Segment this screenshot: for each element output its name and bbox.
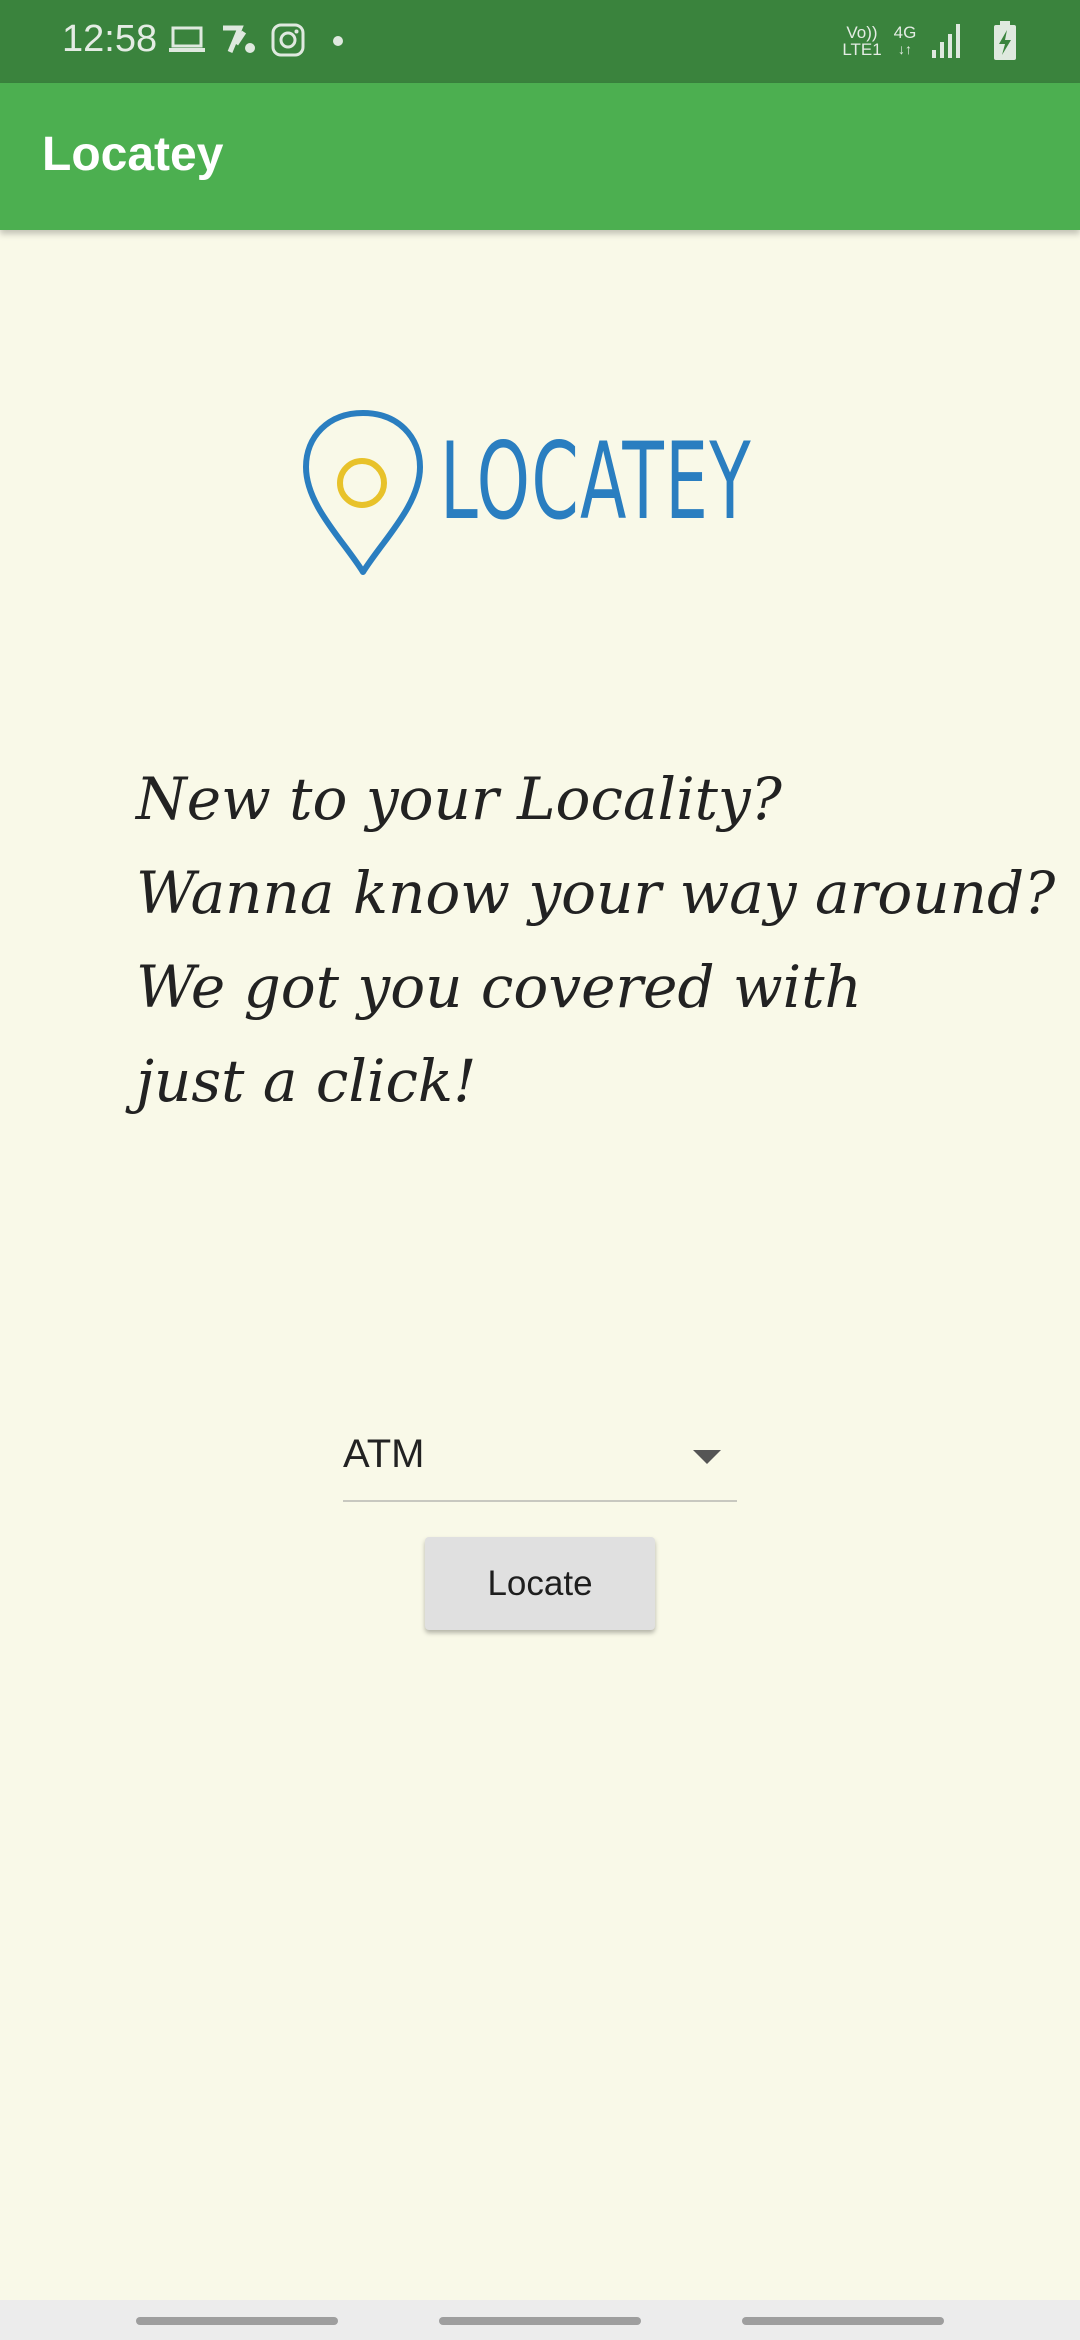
map-pin-icon — [303, 410, 423, 575]
nav-recent-button[interactable] — [136, 2317, 338, 2325]
nav-back-button[interactable] — [742, 2317, 944, 2325]
tagline: New to your Locality? Wanna know your wa… — [136, 752, 1056, 1128]
locatey-logo: LOCATEY — [298, 405, 788, 580]
dropdown-arrow-icon — [693, 1450, 721, 1464]
battery-charging-icon — [994, 21, 1016, 60]
locate-button[interactable]: Locate — [425, 1537, 655, 1630]
dot-icon — [333, 36, 343, 46]
place-type-dropdown[interactable]: ATM — [343, 1418, 737, 1502]
status-bar: 12:58 Vo)) LTE1 4G ↓↑ — [0, 0, 1080, 83]
network-type-indicator: 4G ↓↑ — [893, 23, 917, 57]
tagline-line: Wanna know your way around? — [136, 859, 1056, 927]
status-time: 12:58 — [62, 18, 158, 60]
tagline-line: New to your Locality? — [136, 765, 782, 833]
signal-icon — [932, 24, 960, 58]
dropdown-selected-value: ATM — [343, 1432, 425, 1476]
tagline-line: We got you covered with — [136, 953, 862, 1021]
instagram-icon — [271, 23, 305, 57]
laptop-icon — [169, 26, 205, 52]
status-right: Vo)) LTE1 4G ↓↑ — [840, 18, 1080, 66]
app-notification-icon — [223, 25, 255, 53]
app-bar: Locatey — [0, 83, 1080, 230]
nav-home-button[interactable] — [439, 2317, 641, 2325]
volte-indicator: Vo)) LTE1 — [842, 23, 882, 59]
navigation-bar — [0, 2300, 1080, 2340]
tagline-line: just a click! — [136, 1047, 477, 1115]
logo-wordmark: LOCATEY — [440, 420, 752, 543]
app-title: Locatey — [42, 128, 224, 181]
